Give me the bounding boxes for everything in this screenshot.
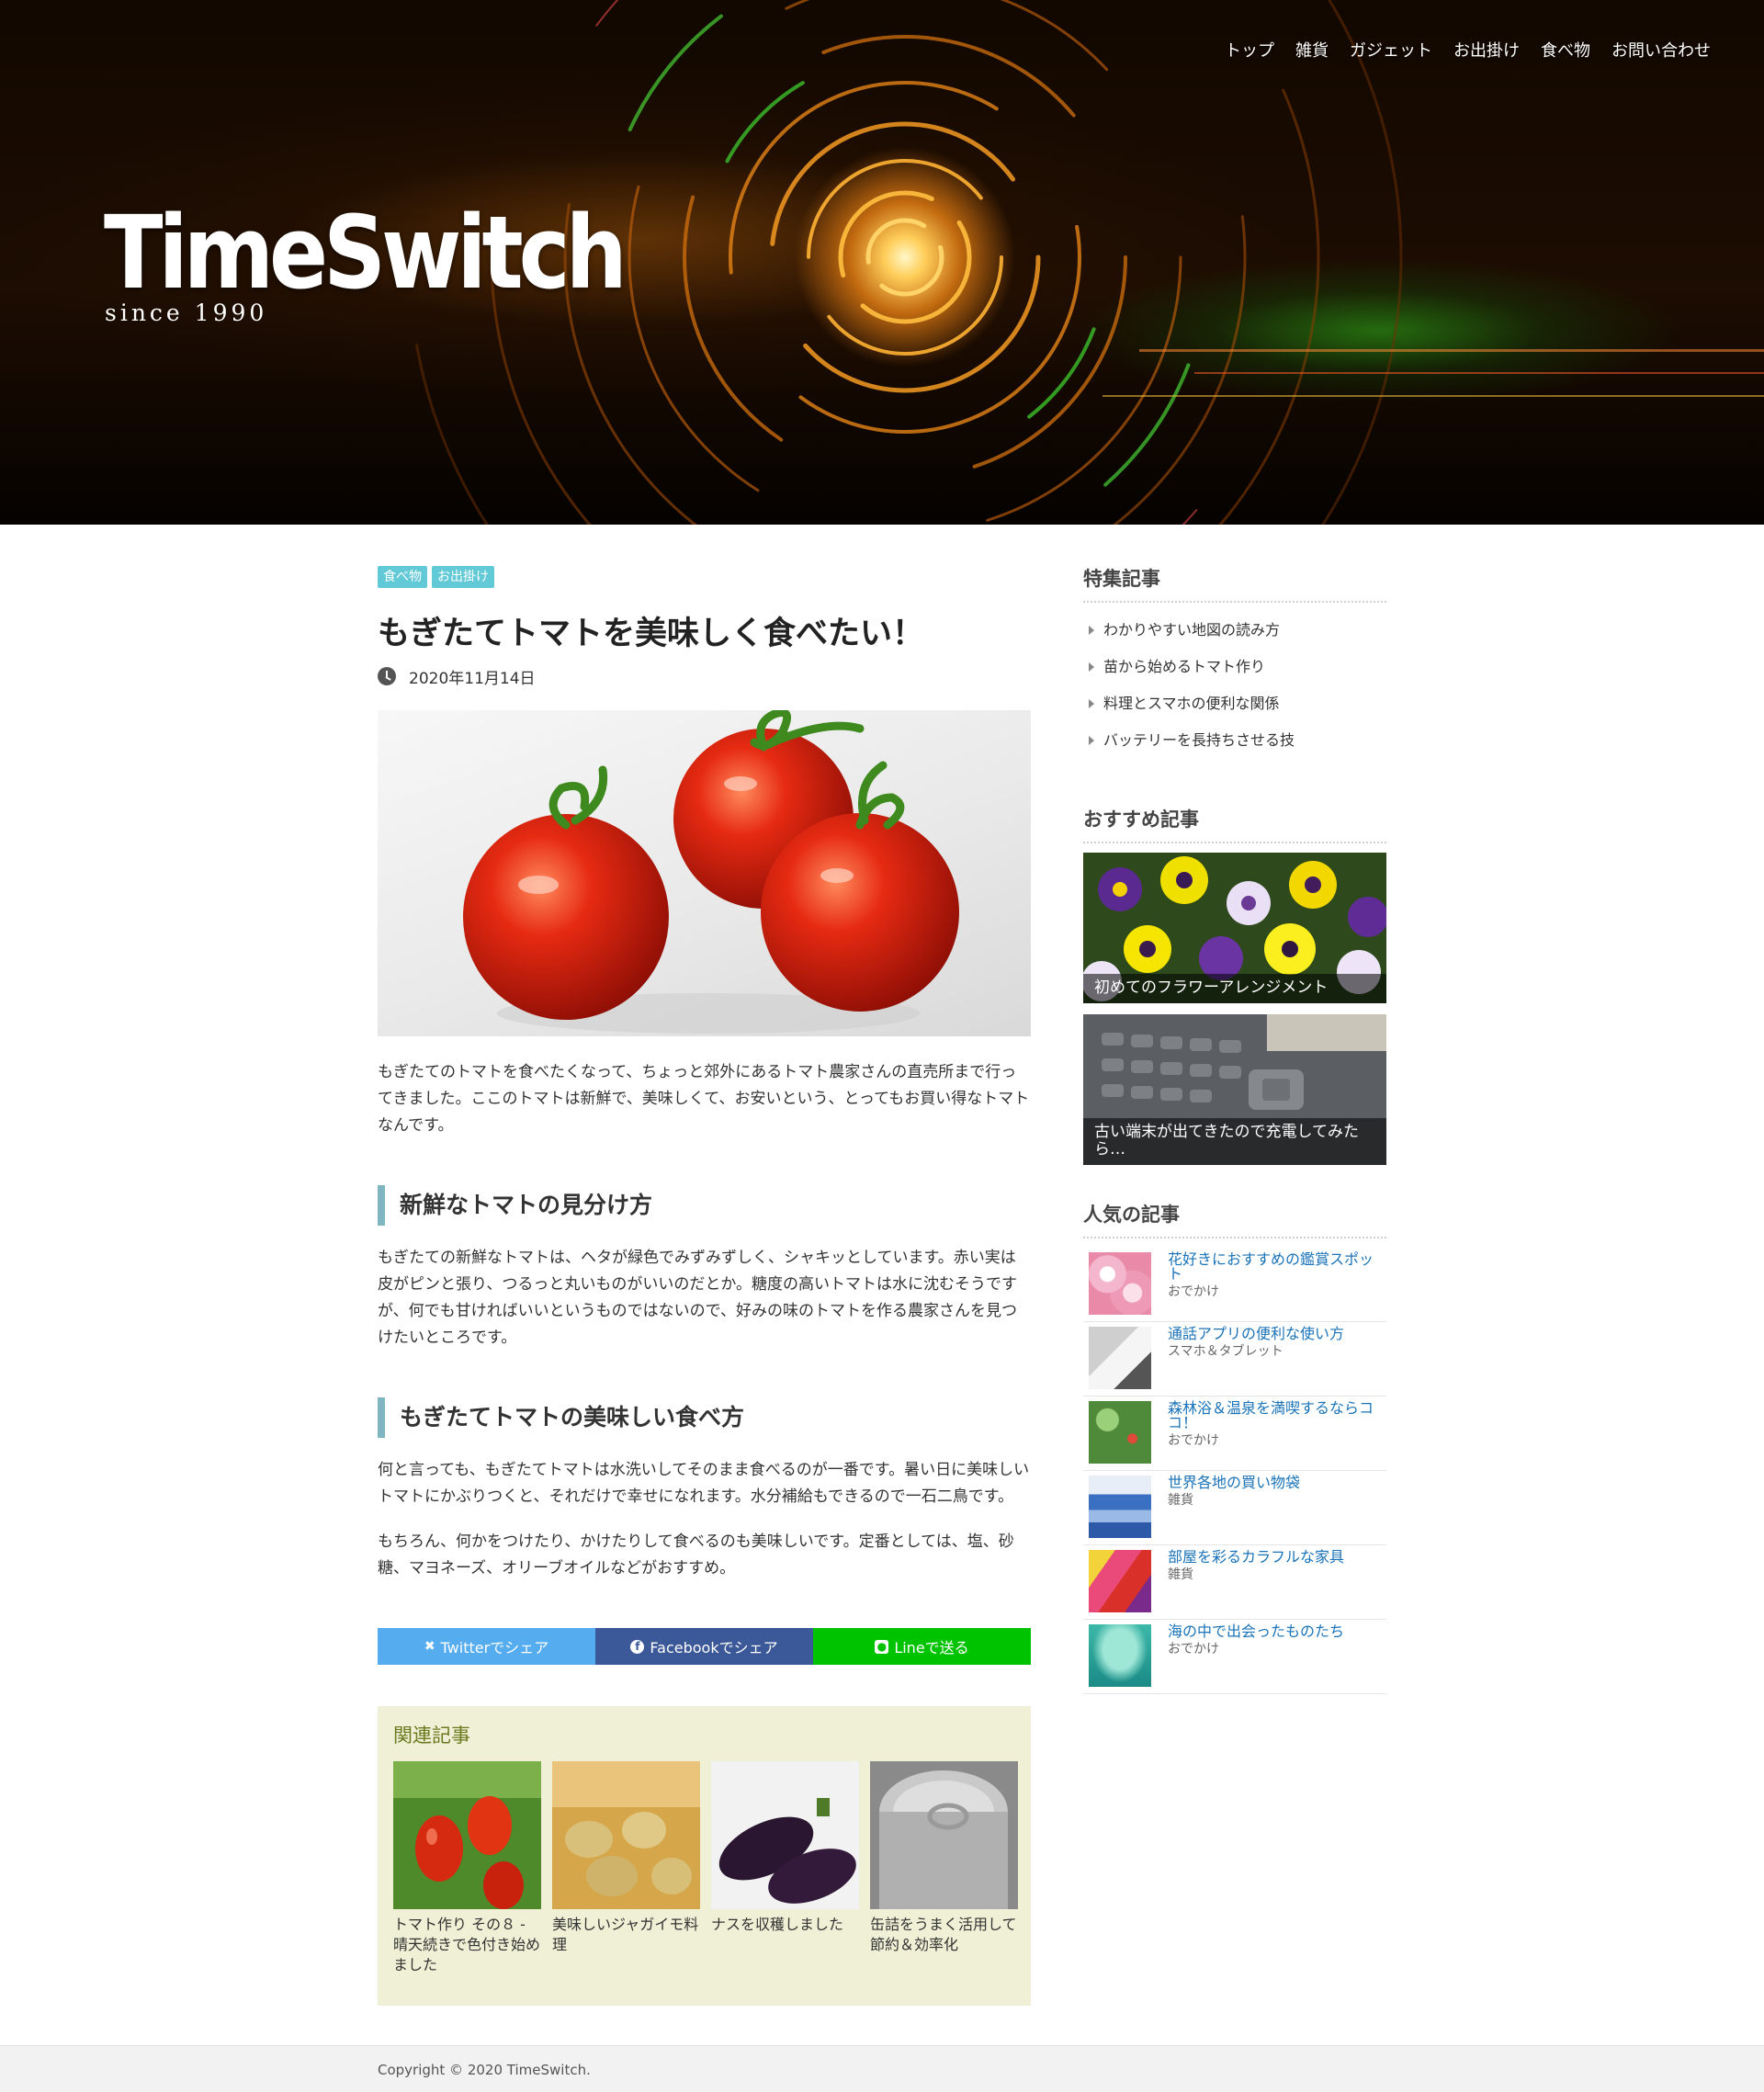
related-grid: トマト作り その８ - 晴天続きで色付き始めました 美味しいジャガイモ料理 ナス… (393, 1761, 1018, 1975)
section-2-paragraph-1: 何と言っても、もぎたてトマトは水洗いしてそのまま食べるのが一番です。暑い日に美味… (378, 1461, 1030, 1506)
popular-category: おでかけ (1168, 1433, 1219, 1448)
popular-item[interactable]: 海の中で出会ったものたち おでかけ (1083, 1620, 1386, 1694)
global-nav: トップ 雑貨 ガジェット お出掛け 食べ物 お問い合わせ (1204, 39, 1711, 64)
popular-thumbnail[interactable] (1089, 1327, 1151, 1389)
related-title[interactable]: ナスを収穫しました (711, 1915, 859, 1935)
article-date-row: 2020年11月14日 (378, 665, 1031, 688)
article-date: 2020年11月14日 (409, 669, 536, 688)
recommended-caption[interactable]: 古い端末が出てきたので充電してみたら… (1083, 1118, 1386, 1165)
recommended-item-device[interactable]: 古い端末が出てきたので充電してみたら… (1083, 1014, 1386, 1165)
sidebar: 特集記事 わかりやすい地図の読み方 苗から始めるトマト作り 料理とスマホの便利な… (1083, 566, 1386, 1694)
featured-item[interactable]: わかりやすい地図の読み方 (1083, 612, 1386, 649)
popular-thumbnail[interactable] (1089, 1476, 1151, 1538)
popular-list: 花好きにおすすめの鑑賞スポット おでかけ 通話アプリの便利な使い方 スマホ＆タブ… (1083, 1248, 1386, 1694)
category-badge-food[interactable]: 食べ物 (378, 566, 427, 588)
nav-item-outing[interactable]: お出掛け (1453, 39, 1520, 64)
featured-item[interactable]: 苗から始めるトマト作り (1083, 649, 1386, 685)
facebook-share-button[interactable]: f Facebookでシェア (595, 1628, 813, 1665)
popular-item[interactable]: 世界各地の買い物袋 雑貨 (1083, 1471, 1386, 1545)
facebook-icon: f (630, 1639, 645, 1654)
popular-title[interactable]: 花好きにおすすめの鑑賞スポット (1168, 1252, 1377, 1282)
copyright: Copyright © 2020 TimeSwitch. (378, 2062, 591, 2078)
popular-thumbnail[interactable] (1089, 1550, 1151, 1612)
related-articles: 関連記事 トマト作り その８ - 晴天続きで色付き始めました 美味しいジャガイモ… (378, 1706, 1031, 2006)
popular-title[interactable]: 森林浴＆温泉を満喫するならココ！ (1168, 1401, 1377, 1430)
line-share-label: Lineで送る (894, 1639, 969, 1657)
twitter-share-label: Twitterでシェア (440, 1639, 549, 1657)
related-thumbnail-tomato[interactable] (393, 1761, 541, 1909)
related-item[interactable]: トマト作り その８ - 晴天続きで色付き始めました (393, 1761, 541, 1975)
featured-item[interactable]: 料理とスマホの便利な関係 (1083, 685, 1386, 722)
article: 食べ物 お出掛け もぎたてトマトを美味しく食べたい！ 2020年11月14日 も… (378, 566, 1031, 2006)
line-icon: ● (875, 1639, 889, 1654)
site-tagline: since 1990 (105, 300, 268, 326)
category-badges: 食べ物 お出掛け (378, 566, 1031, 590)
nav-item-contact[interactable]: お問い合わせ (1611, 39, 1711, 64)
related-item[interactable]: 缶詰をうまく活用して節約＆効率化 (870, 1761, 1018, 1975)
related-title[interactable]: 缶詰をうまく活用して節約＆効率化 (870, 1915, 1018, 1955)
twitter-icon: ✖ (424, 1638, 435, 1654)
clock-icon (378, 667, 396, 685)
related-heading: 関連記事 (393, 1724, 470, 1747)
nav-item-top[interactable]: トップ (1225, 39, 1274, 64)
related-item[interactable]: ナスを収穫しました (711, 1761, 859, 1975)
site-header: TimeSwitch since 1990 トップ 雑貨 ガジェット お出掛け … (0, 0, 1764, 525)
nav-item-gadget[interactable]: ガジェット (1350, 39, 1432, 64)
article-lead: もぎたてのトマトを食べたくなって、ちょっと郊外にあるトマト農家さんの直売所まで行… (378, 1063, 1030, 1135)
featured-list: わかりやすい地図の読み方 苗から始めるトマト作り 料理とスマホの便利な関係 バッ… (1083, 612, 1386, 759)
related-title[interactable]: トマト作り その８ - 晴天続きで色付き始めました (393, 1915, 541, 1975)
popular-item[interactable]: 部屋を彩るカラフルな家具 雑貨 (1083, 1545, 1386, 1620)
site-footer: Copyright © 2020 TimeSwitch. (0, 2045, 1764, 2092)
nav-item-food[interactable]: 食べ物 (1541, 39, 1590, 64)
related-item[interactable]: 美味しいジャガイモ料理 (552, 1761, 700, 1975)
recommended-list: 初めてのフラワーアレンジメント 古い端末が出てきたので充電してみたら… (1083, 853, 1386, 1165)
featured-item[interactable]: バッテリーを長持ちさせる技 (1083, 722, 1386, 759)
popular-category: 雑貨 (1168, 1493, 1193, 1508)
site-logo[interactable]: TimeSwitch (104, 202, 628, 303)
popular-category: スマホ＆タブレット (1168, 1344, 1283, 1359)
section-heading-2: もぎたてトマトの美味しい食べ方 (378, 1397, 1031, 1438)
popular-category: おでかけ (1168, 1284, 1219, 1299)
section-heading-1: 新鮮なトマトの見分け方 (378, 1185, 1031, 1226)
popular-title[interactable]: 部屋を彩るカラフルな家具 (1168, 1550, 1377, 1565)
popular-heading: 人気の記事 (1083, 1202, 1386, 1238)
nav-item-goods[interactable]: 雑貨 (1295, 39, 1329, 64)
popular-title[interactable]: 海の中で出会ったものたち (1168, 1624, 1377, 1639)
popular-thumbnail[interactable] (1089, 1252, 1151, 1315)
related-thumbnail-potato[interactable] (552, 1761, 700, 1909)
related-thumbnail-can[interactable] (870, 1761, 1018, 1909)
popular-thumbnail[interactable] (1089, 1624, 1151, 1687)
popular-item[interactable]: 花好きにおすすめの鑑賞スポット おでかけ (1083, 1248, 1386, 1322)
tomato-photo (463, 710, 959, 1034)
popular-title[interactable]: 通話アプリの便利な使い方 (1168, 1327, 1377, 1341)
related-thumbnail-eggplant[interactable] (711, 1761, 859, 1909)
popular-category: おでかけ (1168, 1642, 1219, 1657)
related-title[interactable]: 美味しいジャガイモ料理 (552, 1915, 700, 1955)
section-1-paragraph: もぎたての新鮮なトマトは、ヘタが緑色でみずみずしく、シャキッとしています。赤い実… (378, 1249, 1017, 1347)
recommended-heading: おすすめ記事 (1083, 807, 1386, 843)
popular-title[interactable]: 世界各地の買い物袋 (1168, 1476, 1377, 1490)
share-buttons: ✖ Twitterでシェア f Facebookでシェア ● Lineで送る (378, 1628, 1031, 1665)
section-2-paragraph-2: もちろん、何かをつけたり、かけたりして食べるのも美味しいです。定番としては、塩、… (378, 1532, 1014, 1577)
category-badge-outing[interactable]: お出掛け (432, 566, 494, 588)
recommended-item-flower[interactable]: 初めてのフラワーアレンジメント (1083, 853, 1386, 1003)
article-title: もぎたてトマトを美味しく食べたい！ (378, 616, 925, 652)
recommended-caption[interactable]: 初めてのフラワーアレンジメント (1083, 974, 1386, 1003)
line-share-button[interactable]: ● Lineで送る (813, 1628, 1031, 1665)
twitter-share-button[interactable]: ✖ Twitterでシェア (378, 1628, 595, 1665)
popular-category: 雑貨 (1168, 1567, 1193, 1582)
facebook-share-label: Facebookでシェア (650, 1639, 778, 1657)
article-eyecatch-image (378, 710, 1031, 1036)
popular-item[interactable]: 森林浴＆温泉を満喫するならココ！ おでかけ (1083, 1397, 1386, 1471)
popular-thumbnail[interactable] (1089, 1401, 1151, 1464)
featured-heading: 特集記事 (1083, 566, 1386, 603)
popular-item[interactable]: 通話アプリの便利な使い方 スマホ＆タブレット (1083, 1322, 1386, 1397)
